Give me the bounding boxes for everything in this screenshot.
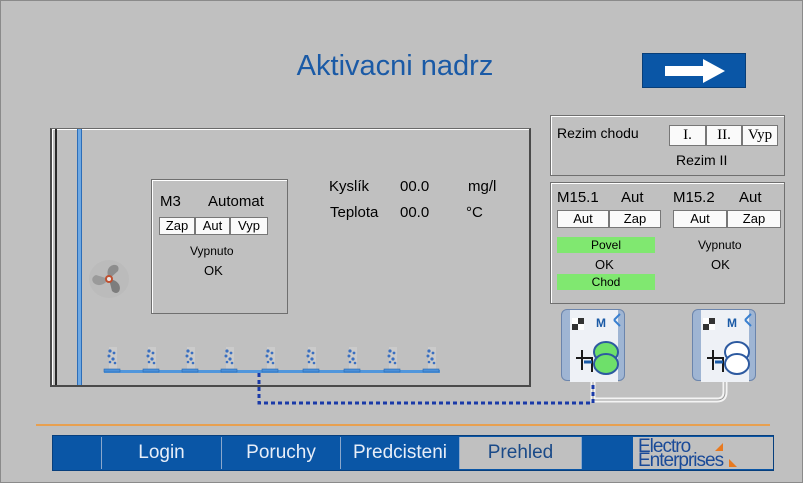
tank-inner-wall — [55, 129, 57, 385]
nav-spacer — [581, 437, 631, 469]
next-screen-button[interactable] — [642, 53, 746, 88]
nav-prehled[interactable]: Prehled — [459, 437, 581, 469]
m152-status: OK — [711, 257, 730, 272]
air-bubble-icon — [181, 347, 199, 373]
blower-motor-icon: M — [561, 309, 625, 382]
temperature-label: Teplota — [330, 204, 379, 221]
m151-zap-button[interactable]: Zap — [609, 210, 661, 228]
m151-name: M15.1 — [557, 189, 599, 206]
run-mode-panel: Rezim chodu I. II. Vyp Rezim II — [550, 115, 785, 176]
right-arrow-icon — [665, 59, 725, 83]
m3-zap-button[interactable]: Zap — [159, 217, 195, 235]
logo-mark-icon — [715, 443, 737, 467]
mode-vyp-button[interactable]: Vyp — [742, 125, 778, 146]
nav-predcisteni[interactable]: Predcisteni — [340, 437, 459, 469]
m151-run-indicator: Chod — [557, 274, 655, 290]
m151-status: OK — [595, 257, 614, 272]
logo: Electro Enterprises — [633, 436, 773, 471]
blowers-panel: M15.1 Aut Aut Zap Povel OK Chod M15.2 Au… — [550, 182, 785, 304]
m3-status: OK — [204, 263, 223, 278]
m3-name: M3 — [160, 193, 181, 210]
svg-text:M: M — [596, 316, 606, 330]
m3-aut-button[interactable]: Aut — [195, 217, 230, 235]
m152-mode: Aut — [739, 189, 762, 206]
air-bubble-icon — [220, 347, 238, 373]
air-line — [257, 373, 728, 405]
nav-poruchy[interactable]: Poruchy — [221, 437, 340, 469]
m152-zap-button[interactable]: Zap — [727, 210, 781, 228]
divider-line — [36, 424, 770, 426]
run-mode-current: Rezim II — [676, 152, 728, 168]
blower-m152-graphic: M — [701, 310, 752, 382]
blower-motor-icon: M — [692, 309, 756, 382]
oxygen-value: 00.0 — [400, 178, 430, 195]
temperature-value: 00.0 — [400, 204, 430, 221]
m3-state: Vypnuto — [190, 244, 234, 258]
m151-command-indicator: Povel — [557, 237, 655, 253]
nav-login[interactable]: Login — [101, 437, 221, 469]
m152-name: M15.2 — [673, 189, 715, 206]
m3-mode: Automat — [208, 193, 264, 210]
m152-state: Vypnuto — [698, 238, 742, 252]
svg-text:M: M — [727, 316, 737, 330]
temperature-unit: °C — [466, 204, 483, 221]
air-bubble-icon — [103, 347, 121, 373]
mode-ii-button[interactable]: II. — [706, 125, 742, 146]
air-supply-pipe — [77, 129, 82, 385]
air-bubble-icon — [142, 347, 160, 373]
mode-i-button[interactable]: I. — [669, 125, 706, 146]
page-title: Aktivacni nadrz — [296, 50, 494, 82]
m3-vyp-button[interactable]: Vyp — [230, 217, 268, 235]
oxygen-label: Kyslík — [329, 178, 370, 195]
m152-aut-button[interactable]: Aut — [673, 210, 727, 228]
m151-mode: Aut — [621, 189, 644, 206]
run-mode-label: Rezim chodu — [557, 125, 639, 141]
oxygen-unit: mg/l — [468, 178, 497, 195]
fan-icon — [89, 260, 129, 298]
blower-m151-graphic: M — [570, 310, 621, 382]
bottom-nav: Login Poruchy Predcisteni Prehled Electr… — [52, 435, 774, 471]
m3-panel: M3 Automat Zap Aut Vyp Vypnuto OK — [151, 179, 288, 314]
m151-aut-button[interactable]: Aut — [557, 210, 609, 228]
